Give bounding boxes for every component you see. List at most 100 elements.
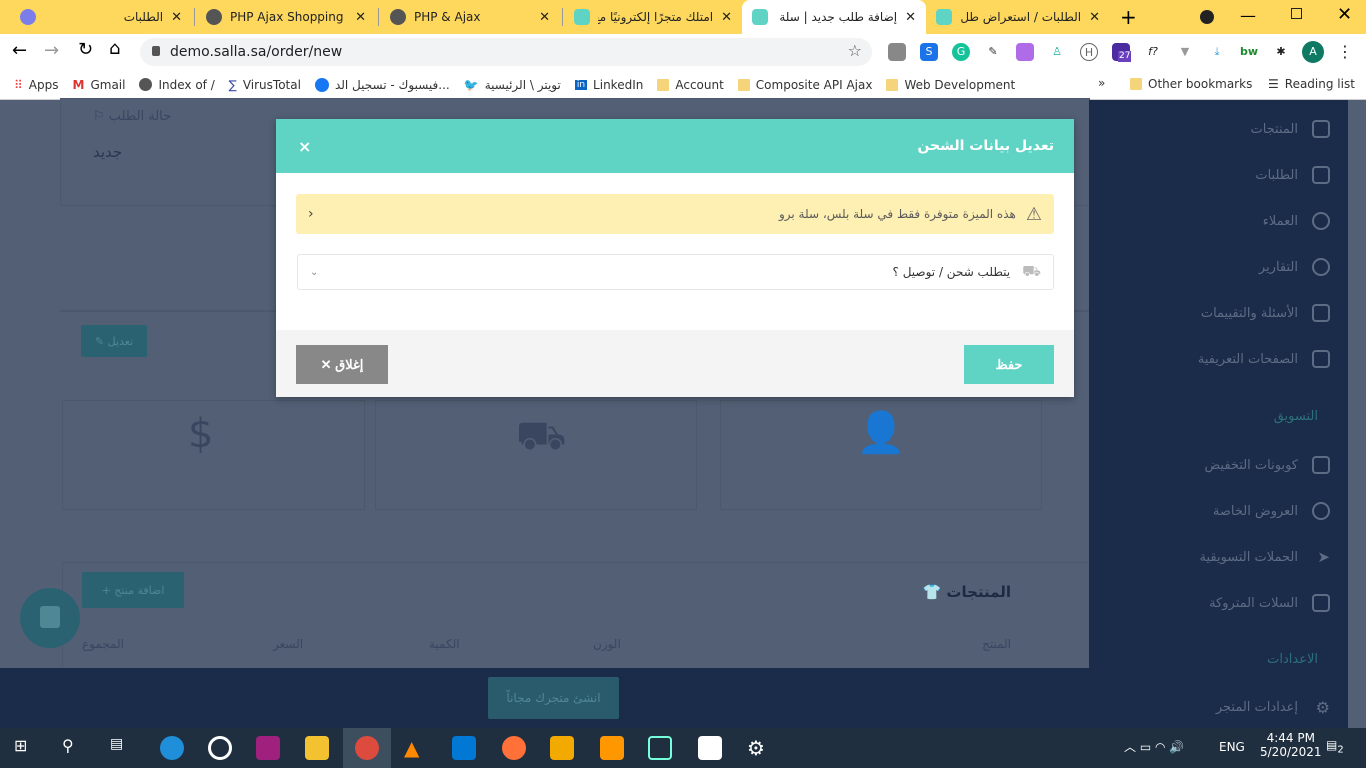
bookmark-apps[interactable]: ⠿ Apps (14, 78, 59, 92)
bookmark-twitter[interactable]: 🐦 تويتر \ الرئيسية (464, 78, 561, 92)
bookmark-star-icon[interactable]: ☆ (848, 41, 862, 60)
tab-menu-icon[interactable] (1200, 10, 1214, 24)
reload-icon[interactable]: ↻ (78, 39, 93, 60)
sidebar-item-products[interactable]: المنتجات (1250, 120, 1330, 138)
bookmark-virustotal[interactable]: ∑ VirusTotal (229, 78, 301, 92)
language-indicator[interactable]: ENG (1219, 740, 1245, 754)
sidebar-item-pages[interactable]: الصفحات التعريفية (1198, 350, 1330, 368)
bookmark-linkedin[interactable]: in LinkedIn (574, 78, 643, 92)
close-window-button[interactable]: ✕ (1337, 4, 1352, 25)
file-explorer-icon[interactable] (305, 736, 329, 760)
download-ext-icon[interactable]: ⤓ (1208, 43, 1226, 61)
tab-php-ajax-shopping[interactable]: PHP Ajax Shopping Ca✕ (196, 0, 376, 34)
bw-ext-icon[interactable]: bw (1240, 43, 1258, 61)
scrollbar[interactable] (1348, 100, 1366, 728)
sidebar-item-orders[interactable]: الطلبات (1255, 166, 1330, 184)
back-icon[interactable]: ← (12, 40, 27, 61)
edge-icon[interactable] (160, 736, 184, 760)
forward-icon[interactable]: → (44, 40, 59, 61)
search-icon[interactable]: ⚲ (62, 736, 86, 760)
s-ext-icon[interactable]: S (920, 43, 938, 61)
tab-php-ajax[interactable]: PHP & Ajax ✕ (380, 0, 560, 34)
bookmark-index[interactable]: Index of / (139, 78, 215, 92)
col-weight: الوزن (593, 637, 621, 651)
minimize-button[interactable]: — (1240, 6, 1256, 25)
task-view-icon[interactable]: ▤ (110, 736, 134, 760)
more-bookmarks-button[interactable]: » (1098, 76, 1105, 90)
new-tab-button[interactable]: + (1120, 5, 1137, 29)
reading-list[interactable]: ☰ Reading list (1268, 77, 1355, 91)
modal-header: تعديل بيانات الشحن × (276, 119, 1074, 173)
close-tab-icon[interactable]: ✕ (355, 10, 366, 25)
chrome-icon[interactable] (355, 736, 379, 760)
tab-new-order[interactable]: إضافة طلب جديد | سلة ✕ (742, 0, 926, 34)
sidebar-item-reports[interactable]: التقارير (1259, 258, 1330, 276)
extensions-icon[interactable]: ✱ (1272, 43, 1290, 61)
shipping-card: ⛟ (375, 400, 697, 510)
settings-icon[interactable]: ⚙ (747, 736, 771, 760)
bookmark-composite-api[interactable]: Composite API Ajax (737, 78, 872, 92)
profile-avatar[interactable]: A (1302, 41, 1324, 63)
bookmark-gmail[interactable]: M Gmail (73, 78, 126, 92)
obs-icon[interactable] (208, 736, 232, 760)
bookmark-account[interactable]: Account (657, 78, 724, 92)
upgrade-alert[interactable]: ⚠ هذه الميزة متوفرة فقط في سلة بلس، سلة … (296, 194, 1054, 234)
sidebar-item-coupons[interactable]: كوبونات التخفيض (1204, 456, 1330, 474)
sublime-icon[interactable] (600, 736, 624, 760)
notifications-icon[interactable]: ▤2 (1326, 738, 1344, 755)
restore-button[interactable] (1291, 8, 1302, 19)
close-tab-icon[interactable]: ✕ (1089, 10, 1100, 25)
apps-grid-icon: ⠿ (14, 77, 23, 92)
sidebar-item-customers[interactable]: العملاء (1263, 212, 1330, 230)
close-button[interactable]: إغلاق ✕ (296, 345, 388, 384)
clock[interactable]: 4:44 PM 5/20/2021 (1260, 731, 1322, 759)
h-ext-icon[interactable]: H (1080, 43, 1098, 61)
photos-icon[interactable] (698, 736, 722, 760)
close-tab-icon[interactable]: ✕ (539, 10, 550, 25)
vlc-icon[interactable]: ▲ (404, 736, 428, 760)
grammarly-icon[interactable]: G (952, 43, 970, 61)
sidebar-item-offers[interactable]: العروض الخاصة (1213, 502, 1330, 520)
tab-search-icon[interactable] (20, 9, 36, 25)
tab-view-orders[interactable]: الطلبات / استعراض طل ✕ (926, 0, 1110, 34)
save-button[interactable]: حفظ (964, 345, 1054, 384)
order-status-label: حالة الطلب ⚐ (93, 109, 172, 124)
v-ext-icon[interactable]: ▼ (1176, 43, 1194, 61)
modal-close-icon[interactable]: × (298, 137, 311, 156)
close-tab-icon[interactable]: ✕ (171, 10, 182, 25)
system-tray-icons[interactable]: ︿ ▭ ◠ 🔊 (1124, 738, 1184, 755)
vscode-icon[interactable] (452, 736, 476, 760)
font-ext-icon[interactable]: f? (1144, 43, 1162, 61)
windows-start-icon[interactable]: ⊞ (14, 736, 38, 760)
app-icon[interactable] (550, 736, 574, 760)
home-icon[interactable]: ⌂ (109, 38, 120, 59)
eyedropper-icon[interactable]: ✎ (984, 43, 1002, 61)
truck-icon: ⛟ (516, 413, 567, 459)
intellij-icon[interactable] (256, 736, 280, 760)
terminal-icon[interactable] (648, 736, 672, 760)
edit-button[interactable]: تعديل ✎ (81, 325, 147, 357)
close-tab-icon[interactable]: ✕ (721, 10, 732, 25)
sidebar-item-campaigns[interactable]: ➤ الحملات التسويقية (1199, 548, 1330, 566)
figure-ext-icon[interactable]: ♙ (1048, 43, 1066, 61)
sidebar-item-reviews[interactable]: الأسئلة والتقييمات (1201, 304, 1330, 322)
chat-widget-button[interactable] (20, 588, 80, 648)
camera-ext-icon[interactable] (888, 43, 906, 61)
menu-icon[interactable]: ⋮ (1336, 43, 1354, 61)
sidebar-item-store-settings[interactable]: ⚙ إعدادات المتجر (1216, 698, 1330, 717)
shipping-required-select[interactable]: ⛟ يتطلب شحن / توصيل ؟ ⌄ (297, 254, 1054, 290)
firefox-icon[interactable] (502, 736, 526, 760)
close-tab-icon[interactable]: ✕ (905, 10, 916, 25)
bookmark-facebook[interactable]: فيسبوك - تسجيل الد... (314, 77, 450, 92)
tab-salla-home[interactable]: امتلك متجرًا إلكترونيًا مع ✕ (564, 0, 742, 34)
send-icon: ➤ (1317, 548, 1330, 566)
add-product-button[interactable]: اضافة منتج + (82, 572, 184, 608)
other-bookmarks[interactable]: Other bookmarks (1130, 77, 1252, 91)
create-store-button[interactable]: انشئ متجرك مجاناً (488, 677, 619, 719)
badge-ext-icon[interactable]: 27 (1112, 43, 1132, 62)
address-bar[interactable]: demo.salla.sa/order/new ☆ (140, 38, 872, 66)
sidebar-item-abandoned-carts[interactable]: السلات المتروكة (1209, 594, 1330, 612)
bookmark-web-dev[interactable]: Web Development (886, 78, 1015, 92)
p-ext-icon[interactable] (1016, 43, 1034, 61)
tab-orders[interactable]: الطلبات ✕ (110, 0, 192, 34)
